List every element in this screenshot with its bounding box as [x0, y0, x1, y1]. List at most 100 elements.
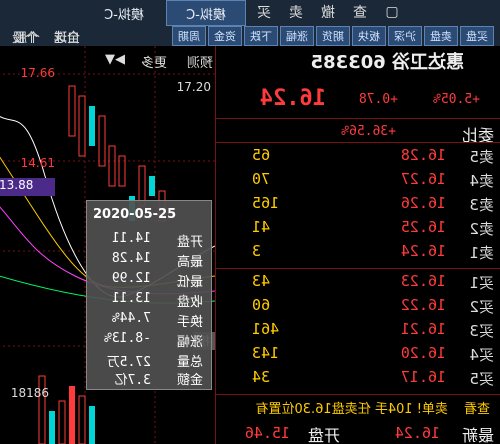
tooltip-value: 14.28 — [111, 251, 151, 266]
tooltip-value: 3.7亿 — [114, 373, 151, 388]
last-label: 最新 — [461, 426, 494, 444]
cycle-button[interactable]: 周期 — [172, 26, 206, 46]
tooltip-row: 涨幅 -8.13% — [93, 331, 203, 353]
rise-button[interactable]: 涨幅 — [280, 26, 314, 46]
order-level-label: 买4 — [469, 346, 494, 364]
tooltip-key: 涨幅 — [176, 335, 203, 350]
tooltip-value: -8.13% — [104, 331, 151, 346]
price-change: +0.78 — [358, 92, 398, 107]
futures-button[interactable]: 期货 — [316, 26, 350, 46]
sell-pan-button[interactable]: 卖盘 — [424, 26, 458, 46]
tooltip-key: 开盘 — [176, 235, 203, 250]
sell-row[interactable]: 卖1 16.24 3 — [216, 242, 500, 266]
order-level-label: 卖3 — [469, 196, 494, 214]
tooltip-key: 收盘 — [176, 295, 203, 310]
candle — [108, 145, 116, 187]
watchlist-label[interactable]: 自选 — [54, 26, 80, 46]
tooltip-row: 开盘 14.11 — [93, 231, 203, 253]
tab-simulation-1[interactable]: 模拟-C — [166, 0, 246, 26]
tooltip-row: 换手 7.44% — [93, 311, 203, 333]
order-volume: 461 — [252, 320, 280, 338]
query-button[interactable]: 查 — [344, 0, 376, 24]
divider — [216, 142, 500, 143]
buy-row[interactable]: 买3 16.21 461 — [216, 320, 500, 344]
buy-row[interactable]: 买2 16.22 60 — [216, 296, 500, 320]
candle — [98, 115, 106, 167]
open-label: 开盘 — [307, 426, 340, 444]
view-link[interactable]: 查看 — [464, 398, 490, 417]
webi-value: +36.56% — [341, 124, 396, 139]
tooltip-key: 最高 — [176, 255, 203, 270]
window-icon[interactable]: ▢ — [376, 0, 408, 24]
tooltip-key: 最低 — [176, 275, 203, 290]
divider — [216, 394, 500, 395]
candle — [89, 106, 95, 146]
tooltip-key: 金额 — [176, 373, 203, 388]
sell-row[interactable]: 卖5 16.28 65 — [216, 146, 500, 170]
tooltip-value: 13.11 — [111, 291, 151, 306]
order-level-label: 买2 — [469, 298, 494, 316]
tab-simulation-2[interactable]: 模拟-C — [84, 0, 164, 26]
order-level-label: 卖2 — [469, 220, 494, 238]
shanghai-button[interactable]: 沪深 — [388, 26, 422, 46]
order-level-label: 卖1 — [469, 244, 494, 262]
tooltip-row: 最低 12.99 — [93, 271, 203, 293]
order-volume: 34 — [252, 368, 271, 386]
order-volume: 3 — [252, 242, 262, 260]
kline-tooltip: 2020-05-25 开盘 14.11 最高 14.28 最低 12.99 收盘 13.… — [86, 200, 212, 390]
order-level-label: 买5 — [469, 370, 494, 388]
buy-row[interactable]: 买1 16.23 43 — [216, 272, 500, 296]
order-price: 16.17 — [400, 368, 446, 386]
order-volume: 65 — [252, 146, 271, 164]
buy-pan-button[interactable]: 买盘 — [460, 26, 494, 46]
order-level-label: 卖5 — [469, 148, 494, 166]
order-book-panel: 惠达卫浴 603385 16.24 +0.78 +5.05% 委比 +36.56… — [216, 46, 500, 444]
order-price: 16.21 — [400, 320, 446, 338]
divider — [216, 268, 500, 269]
tooltip-value: 7.44% — [111, 311, 151, 326]
funds-button[interactable]: 资金 — [208, 26, 242, 46]
order-volume: 41 — [252, 218, 271, 236]
order-volume: 143 — [252, 344, 280, 362]
buy-row[interactable]: 买4 16.20 143 — [216, 344, 500, 368]
volume-axis-label: 18186 — [10, 386, 49, 400]
stock-list-label[interactable]: 个股 — [12, 26, 38, 46]
stock-title: 惠达卫浴 603385 — [310, 52, 464, 73]
order-volume: 70 — [252, 170, 271, 188]
tooltip-row: 收盘 13.11 — [93, 291, 203, 313]
sell-row[interactable]: 卖3 16.26 165 — [216, 194, 500, 218]
tooltip-key: 换手 — [176, 315, 203, 330]
mirrored-screen: ▢ 查 撤 卖 买 模拟-C 模拟-C 全球 个股 买盘 卖盘 沪深 板块 期货… — [0, 0, 500, 444]
order-price: 16.26 — [400, 194, 446, 212]
divider — [216, 118, 500, 119]
price-axis-label: 17.20 — [176, 80, 211, 94]
cancel-button[interactable]: 撤 — [312, 0, 344, 24]
candle — [149, 176, 155, 196]
order-price: 16.24 — [400, 242, 446, 260]
price-change-pct: +5.05% — [433, 92, 480, 107]
order-volume: 165 — [252, 194, 280, 212]
sector-button[interactable]: 板块 — [352, 26, 386, 46]
sell-row[interactable]: 卖4 16.27 70 — [216, 170, 500, 194]
big-order-alert[interactable]: 卖单! 104手 任卖盘16.30位置有 — [255, 398, 448, 417]
last-price: 16.24 — [259, 86, 326, 111]
tooltip-value: 12.99 — [111, 271, 151, 286]
crosshair-price-label: 13.88 — [0, 178, 55, 196]
order-price: 16.20 — [400, 344, 446, 362]
tooltip-value: 14.11 — [111, 231, 151, 246]
order-volume: 43 — [252, 272, 271, 290]
fall-button[interactable]: 下跌 — [244, 26, 278, 46]
order-level-label: 买3 — [469, 322, 494, 340]
tooltip-date: 2020-05-25 — [93, 207, 177, 222]
sell-button[interactable]: 卖 — [280, 0, 312, 24]
tooltip-row: 金额 3.7亿 — [93, 369, 203, 391]
buy-row[interactable]: 买5 16.17 34 — [216, 368, 500, 392]
top-toolbar: ▢ 查 撤 卖 买 模拟-C 模拟-C 全球 个股 买盘 卖盘 沪深 板块 期货… — [0, 0, 500, 47]
sell-row[interactable]: 卖2 16.25 41 — [216, 218, 500, 242]
order-level-label: 买1 — [469, 274, 494, 292]
price-axis-label: 17.66 — [20, 66, 55, 80]
candle — [78, 95, 86, 157]
open-value: 15.46 — [244, 424, 290, 442]
buy-button[interactable]: 买 — [248, 0, 280, 24]
order-price: 16.28 — [400, 146, 446, 164]
